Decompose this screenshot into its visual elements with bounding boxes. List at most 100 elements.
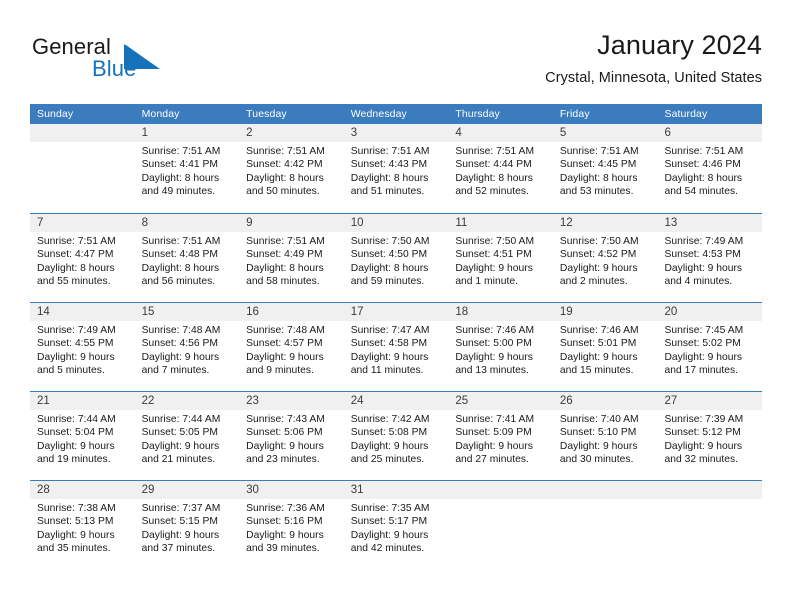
day-details: Sunrise: 7:44 AM Sunset: 5:05 PM Daylight:…: [135, 410, 240, 467]
day-detail-line: and 2 minutes.: [559, 276, 628, 288]
day-number: 13: [657, 214, 763, 232]
calendar-day-cell[interactable]: 31 Sunrise: 7:35 AM Sunset: 5:17 PM Dayligh…: [343, 481, 449, 569]
day-detail-line: Sunrise: 7:51 AM: [141, 146, 221, 157]
calendar-week-row: 7 Sunrise: 7:51 AM Sunset: 4:47 PM Daylight…: [30, 213, 763, 302]
day-details: Sunrise: 7:51 AM Sunset: 4:47 PM Daylight:…: [30, 232, 135, 289]
day-detail-line: and 13 minutes.: [455, 365, 529, 377]
day-detail-line: Sunrise: 7:43 AM: [246, 414, 325, 425]
day-detail-line: Sunset: 4:57 PM: [246, 338, 323, 350]
weekday-header-saturday: Saturday: [664, 108, 708, 120]
day-detail-line: Sunrise: 7:47 AM: [350, 325, 430, 336]
day-detail-line: Sunrise: 7:37 AM: [141, 503, 221, 514]
calendar-day-cell[interactable]: 21 Sunrise: 7:44 AM Sunset: 5:04 PM Dayligh…: [30, 392, 135, 480]
day-detail-line: Sunset: 4:44 PM: [455, 159, 532, 171]
calendar-day-cell[interactable]: 24 Sunrise: 7:42 AM Sunset: 5:08 PM Dayligh…: [343, 392, 449, 480]
day-details: [30, 142, 135, 145]
page-subtitle: Crystal, Minnesota, United States: [545, 70, 762, 86]
day-details: Sunrise: 7:37 AM Sunset: 5:15 PM Daylight:…: [135, 499, 240, 556]
day-detail-line: Daylight: 9 hours: [350, 529, 429, 541]
day-number: 28: [30, 481, 135, 499]
calendar-cell-empty: [552, 481, 658, 569]
day-detail-line: Daylight: 9 hours: [246, 351, 324, 363]
calendar-day-cell[interactable]: 6 Sunrise: 7:51 AM Sunset: 4:46 PM Daylight…: [657, 124, 763, 213]
calendar-day-cell[interactable]: 15 Sunrise: 7:48 AM Sunset: 4:56 PM Dayligh…: [134, 303, 240, 391]
day-details: Sunrise: 7:51 AM Sunset: 4:43 PM Daylight:…: [344, 142, 449, 199]
day-detail-line: and 55 minutes.: [37, 276, 111, 288]
day-detail-line: Sunrise: 7:51 AM: [664, 146, 744, 157]
day-detail-line: Sunset: 5:06 PM: [246, 427, 323, 439]
day-detail-line: and 11 minutes.: [350, 365, 424, 377]
day-detail-line: Daylight: 8 hours: [246, 262, 324, 274]
calendar-day-cell[interactable]: 4 Sunrise: 7:51 AM Sunset: 4:44 PM Daylight…: [448, 124, 553, 213]
day-detail-line: Daylight: 9 hours: [664, 440, 743, 452]
day-details: Sunrise: 7:48 AM Sunset: 4:57 PM Daylight:…: [239, 321, 344, 378]
calendar-day-cell[interactable]: 26 Sunrise: 7:40 AM Sunset: 5:10 PM Dayligh…: [552, 392, 658, 480]
day-detail-line: Daylight: 9 hours: [455, 351, 533, 363]
day-detail-line: Sunrise: 7:41 AM: [455, 414, 535, 425]
day-number: 5: [552, 124, 658, 142]
day-detail-line: Daylight: 9 hours: [664, 351, 743, 363]
day-details: Sunrise: 7:39 AM Sunset: 5:12 PM Daylight:…: [657, 410, 762, 467]
weekday-header-friday: Friday: [559, 108, 590, 120]
day-detail-line: Sunrise: 7:39 AM: [664, 414, 744, 425]
day-detail-line: Sunrise: 7:51 AM: [246, 146, 325, 157]
day-detail-line: Sunset: 4:48 PM: [141, 249, 219, 261]
day-detail-line: Sunrise: 7:51 AM: [559, 146, 639, 157]
day-detail-line: and 52 minutes.: [455, 186, 529, 198]
day-detail-line: Daylight: 8 hours: [559, 172, 638, 184]
calendar-day-cell[interactable]: 7 Sunrise: 7:51 AM Sunset: 4:47 PM Daylight…: [30, 214, 135, 302]
day-details: Sunrise: 7:51 AM Sunset: 4:49 PM Daylight:…: [239, 232, 344, 289]
day-number: 18: [448, 303, 553, 321]
calendar-day-cell[interactable]: 27 Sunrise: 7:39 AM Sunset: 5:12 PM Dayligh…: [657, 392, 763, 480]
day-details: Sunrise: 7:45 AM Sunset: 5:02 PM Daylight:…: [657, 321, 762, 378]
day-number: [657, 481, 763, 499]
day-detail-line: and 1 minute.: [455, 276, 518, 288]
day-detail-line: and 17 minutes.: [664, 365, 739, 377]
calendar-day-cell[interactable]: 8 Sunrise: 7:51 AM Sunset: 4:48 PM Daylight…: [134, 214, 240, 302]
calendar-day-cell[interactable]: 5 Sunrise: 7:51 AM Sunset: 4:45 PM Daylight…: [552, 124, 658, 213]
calendar-day-cell[interactable]: 29 Sunrise: 7:37 AM Sunset: 5:15 PM Dayligh…: [134, 481, 240, 569]
calendar-day-cell[interactable]: 20 Sunrise: 7:45 AM Sunset: 5:02 PM Dayligh…: [657, 303, 763, 391]
calendar-day-cell[interactable]: 13 Sunrise: 7:49 AM Sunset: 4:53 PM Dayligh…: [657, 214, 763, 302]
calendar-day-cell[interactable]: 10 Sunrise: 7:50 AM Sunset: 4:50 PM Dayligh…: [343, 214, 449, 302]
day-detail-line: Sunrise: 7:51 AM: [455, 146, 535, 157]
calendar-day-cell[interactable]: 28 Sunrise: 7:38 AM Sunset: 5:13 PM Dayligh…: [30, 481, 135, 569]
calendar-day-cell[interactable]: 9 Sunrise: 7:51 AM Sunset: 4:49 PM Daylight…: [239, 214, 344, 302]
day-detail-line: and 49 minutes.: [141, 186, 216, 198]
day-details: Sunrise: 7:51 AM Sunset: 4:48 PM Daylight:…: [135, 232, 240, 289]
calendar-day-cell[interactable]: 12 Sunrise: 7:50 AM Sunset: 4:52 PM Dayligh…: [552, 214, 658, 302]
calendar-day-cell[interactable]: 19 Sunrise: 7:46 AM Sunset: 5:01 PM Dayligh…: [552, 303, 658, 391]
day-detail-line: and 54 minutes.: [664, 186, 739, 198]
brand-logo[interactable]: General Blue: [32, 34, 262, 92]
day-details: Sunrise: 7:51 AM Sunset: 4:42 PM Daylight:…: [239, 142, 344, 199]
calendar-day-cell[interactable]: 14 Sunrise: 7:49 AM Sunset: 4:55 PM Dayligh…: [30, 303, 135, 391]
day-detail-line: Sunrise: 7:46 AM: [559, 325, 639, 336]
calendar-day-cell[interactable]: 1 Sunrise: 7:51 AM Sunset: 4:41 PM Daylight…: [134, 124, 240, 213]
calendar-day-cell[interactable]: 11 Sunrise: 7:50 AM Sunset: 4:51 PM Dayligh…: [448, 214, 553, 302]
weekday-header-sunday: Sunday: [37, 108, 74, 120]
calendar-day-cell[interactable]: 22 Sunrise: 7:44 AM Sunset: 5:05 PM Dayligh…: [134, 392, 240, 480]
day-detail-line: Sunrise: 7:36 AM: [246, 503, 325, 514]
day-details: Sunrise: 7:40 AM Sunset: 5:10 PM Daylight:…: [553, 410, 658, 467]
day-number: 17: [343, 303, 449, 321]
calendar-day-cell[interactable]: 25 Sunrise: 7:41 AM Sunset: 5:09 PM Dayligh…: [448, 392, 553, 480]
calendar-day-cell[interactable]: 30 Sunrise: 7:36 AM Sunset: 5:16 PM Dayligh…: [239, 481, 344, 569]
calendar-day-cell[interactable]: 3 Sunrise: 7:51 AM Sunset: 4:43 PM Daylight…: [343, 124, 449, 213]
day-detail-line: and 4 minutes.: [664, 276, 733, 288]
calendar-day-cell[interactable]: 16 Sunrise: 7:48 AM Sunset: 4:57 PM Dayligh…: [239, 303, 344, 391]
calendar-day-cell[interactable]: 2 Sunrise: 7:51 AM Sunset: 4:42 PM Daylight…: [239, 124, 344, 213]
day-number: 15: [134, 303, 240, 321]
day-detail-line: Daylight: 9 hours: [246, 440, 324, 452]
day-number: [552, 481, 658, 499]
calendar-day-cell[interactable]: 18 Sunrise: 7:46 AM Sunset: 5:00 PM Dayligh…: [448, 303, 553, 391]
day-details: Sunrise: 7:49 AM Sunset: 4:53 PM Daylight:…: [657, 232, 762, 289]
day-detail-line: Sunset: 4:42 PM: [246, 159, 323, 171]
day-detail-line: Sunset: 5:08 PM: [350, 427, 428, 439]
day-details: [657, 499, 762, 502]
calendar-day-cell[interactable]: 23 Sunrise: 7:43 AM Sunset: 5:06 PM Dayligh…: [239, 392, 344, 480]
day-detail-line: Sunset: 4:51 PM: [455, 249, 532, 261]
calendar-day-cell[interactable]: 17 Sunrise: 7:47 AM Sunset: 4:58 PM Dayligh…: [343, 303, 449, 391]
day-detail-line: Daylight: 9 hours: [350, 351, 429, 363]
day-detail-line: Daylight: 8 hours: [141, 262, 220, 274]
day-detail-line: Sunset: 5:13 PM: [37, 516, 114, 528]
